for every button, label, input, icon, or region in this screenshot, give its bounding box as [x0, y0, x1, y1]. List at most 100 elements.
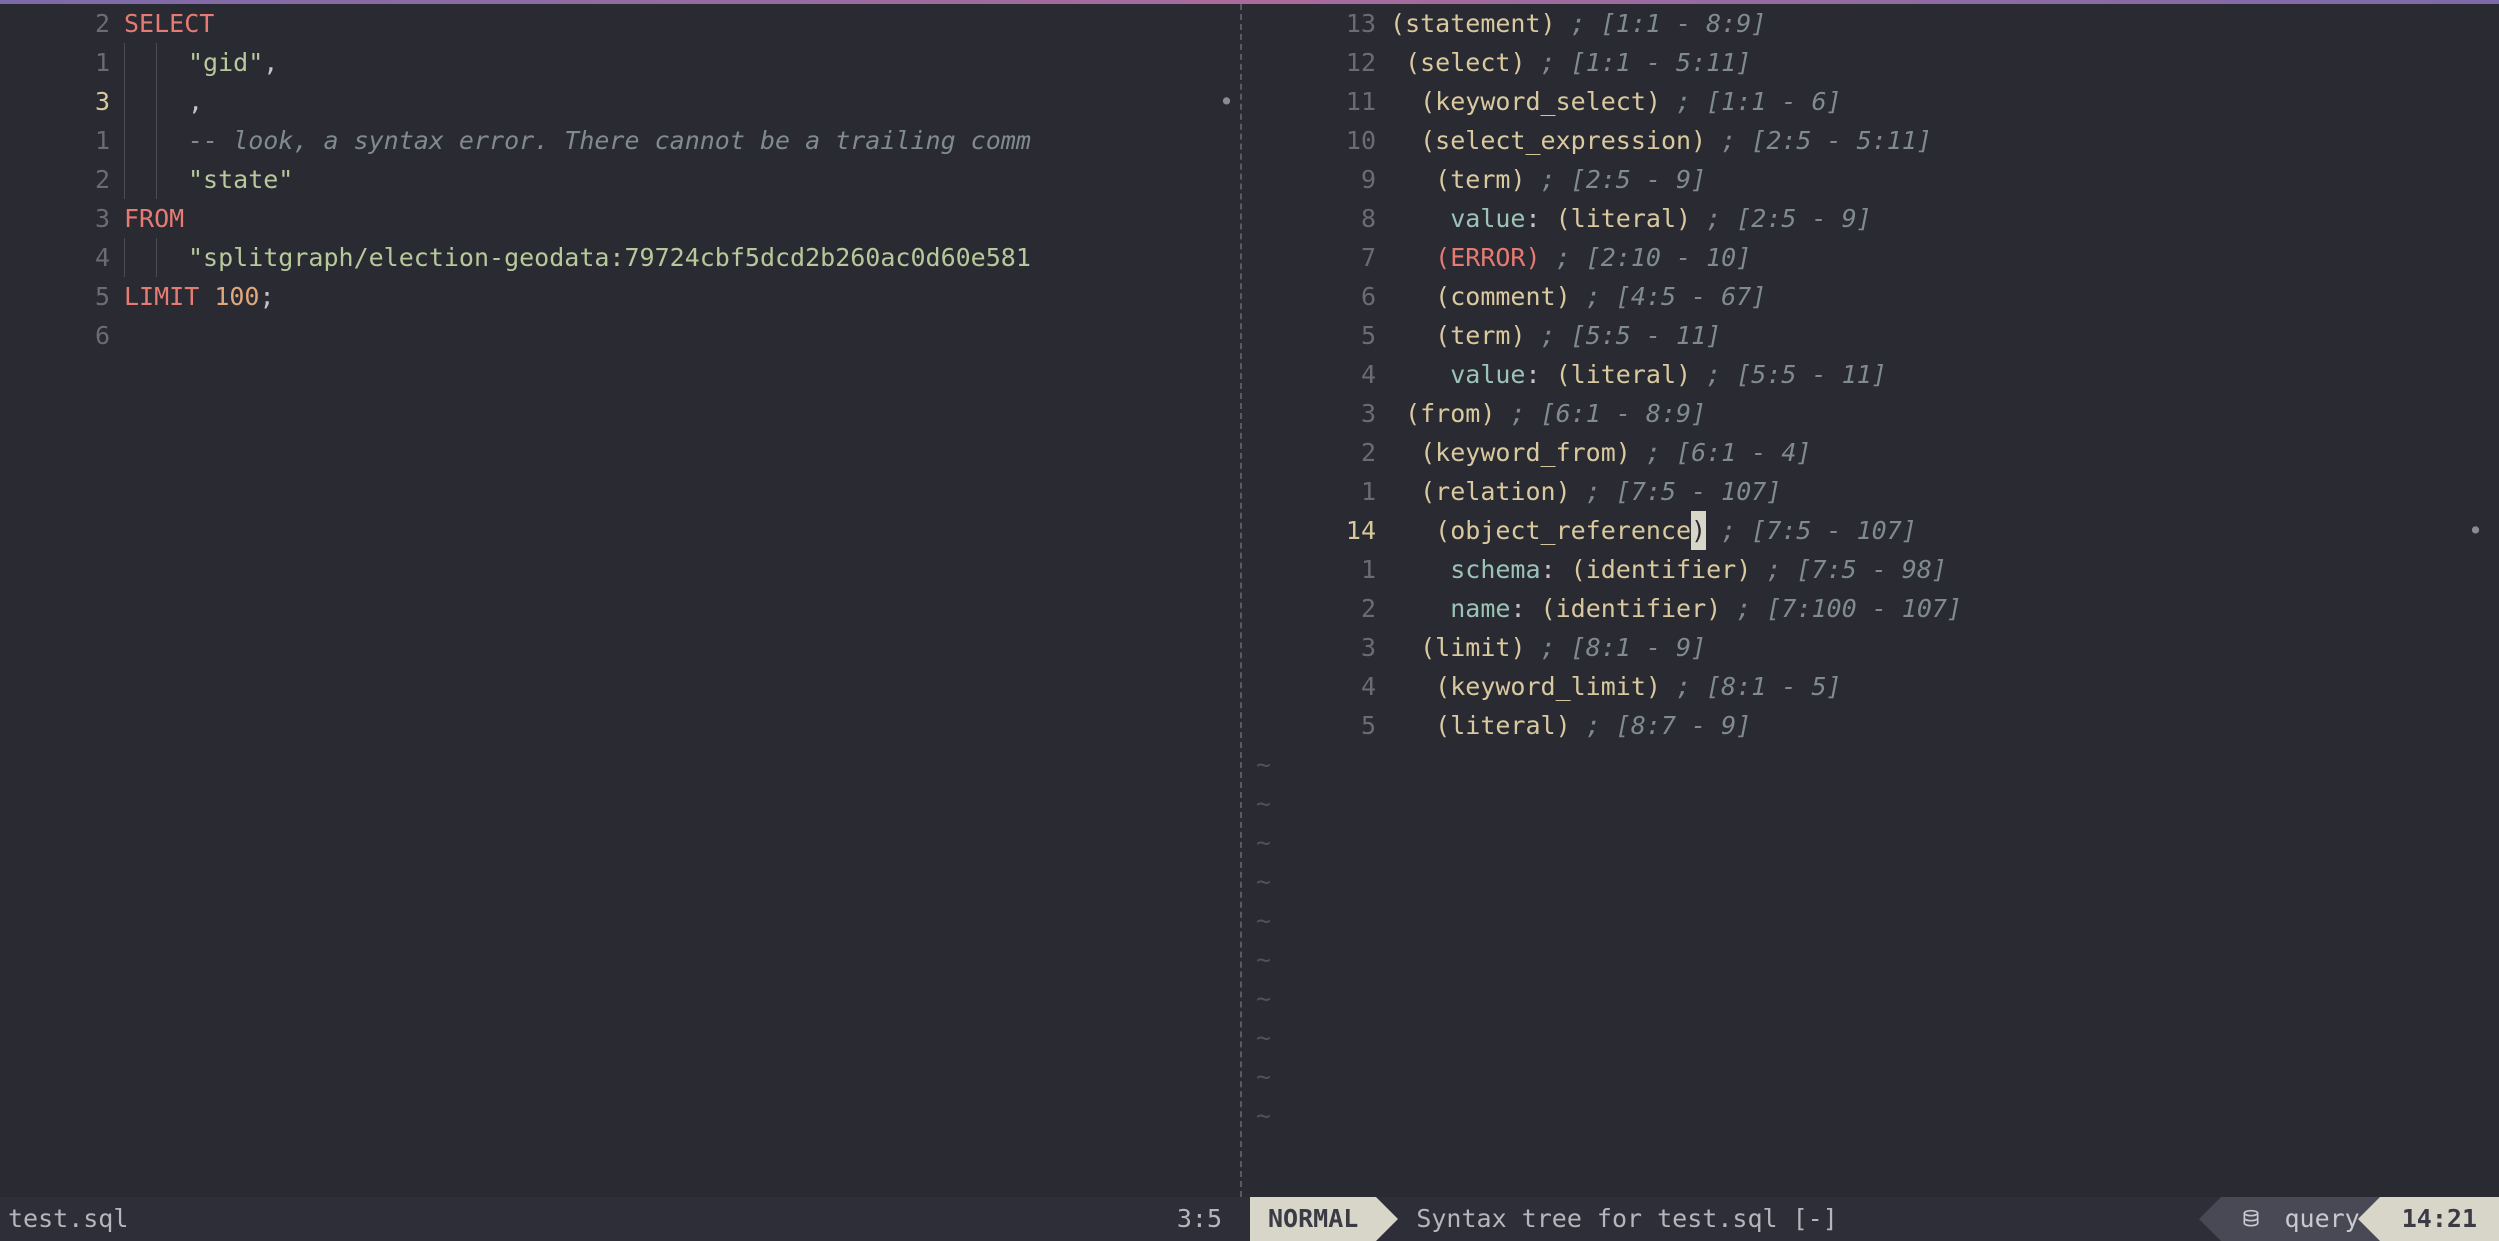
tree-line[interactable]: 3 (limit) ; [8:1 - 9]: [1250, 628, 2499, 667]
tree-line[interactable]: 10 (select_expression) ; [2:5 - 5:11]: [1250, 121, 2499, 160]
tree-range-annotation: ; [6:1 - 4]: [1631, 438, 1812, 467]
code-line[interactable]: 3 ,•: [0, 82, 1250, 121]
block-cursor: ): [1691, 511, 1706, 550]
tree-content[interactable]: (select) ; [1:1 - 5:11]: [1390, 43, 1751, 82]
line-number: 4: [0, 238, 124, 277]
tree-content[interactable]: (term) ; [5:5 - 11]: [1390, 316, 1721, 355]
code-line[interactable]: 6: [0, 316, 1250, 355]
line-number: 3: [0, 82, 124, 121]
tree-range-annotation: ; [7:5 - 107]: [1706, 516, 1917, 545]
tree-line[interactable]: 6 (comment) ; [4:5 - 67]: [1250, 277, 2499, 316]
statusline-right: NORMAL Syntax tree for test.sql [-] quer…: [1250, 1197, 2499, 1241]
code-content[interactable]: SELECT: [124, 4, 214, 43]
line-number: 2: [0, 4, 124, 43]
status-clock: 14:21: [2380, 1197, 2499, 1241]
tree-line[interactable]: 3 (from) ; [6:1 - 8:9]: [1250, 394, 2499, 433]
tree-content[interactable]: value: (literal) ; [5:5 - 11]: [1390, 355, 1887, 394]
tree-content[interactable]: (limit) ; [8:1 - 9]: [1390, 628, 1706, 667]
line-number: 10: [1250, 121, 1390, 160]
token: [199, 282, 214, 311]
code-line[interactable]: 4 "splitgraph/election-geodata:79724cbf5…: [0, 238, 1250, 277]
token: [156, 160, 188, 199]
editor-split: 2SELECT1 "gid",3 ,•1 -- look, a syntax e…: [0, 4, 2499, 1197]
tree-line[interactable]: 8 value: (literal) ; [2:5 - 9]: [1250, 199, 2499, 238]
line-number: 4: [1250, 355, 1390, 394]
tree-node: literal: [1571, 204, 1676, 233]
code-line[interactable]: 1 -- look, a syntax error. There cannot …: [0, 121, 1250, 160]
tree-line[interactable]: 14 (object_reference) ; [7:5 - 107]•: [1250, 511, 2499, 550]
tree-content[interactable]: (from) ; [6:1 - 8:9]: [1390, 394, 1706, 433]
line-number: 9: [1250, 160, 1390, 199]
code-line[interactable]: 5LIMIT 100;: [0, 277, 1250, 316]
tree-range-annotation: ; [8:1 - 5]: [1661, 672, 1842, 701]
tree-range-annotation: ; [5:5 - 11]: [1526, 321, 1722, 350]
tree-range-annotation: ; [2:5 - 9]: [1526, 165, 1707, 194]
code-content[interactable]: LIMIT 100;: [124, 277, 275, 316]
tree-content[interactable]: (keyword_select) ; [1:1 - 6]: [1390, 82, 1842, 121]
tree-node: ERROR: [1450, 243, 1525, 272]
tree-content[interactable]: (term) ; [2:5 - 9]: [1390, 160, 1706, 199]
tree-range-annotation: ; [7:5 - 98]: [1751, 555, 1947, 584]
tree-line[interactable]: 1 (relation) ; [7:5 - 107]: [1250, 472, 2499, 511]
code-line[interactable]: 3FROM: [0, 199, 1250, 238]
empty-line-tilde: ~: [1250, 979, 2499, 1018]
tree-line[interactable]: 13(statement) ; [1:1 - 8:9]: [1250, 4, 2499, 43]
database-icon: [2241, 1204, 2284, 1233]
tree-line[interactable]: 11 (keyword_select) ; [1:1 - 6]: [1250, 82, 2499, 121]
code-content[interactable]: ,: [124, 82, 203, 121]
tree-range-annotation: ; [8:7 - 9]: [1571, 711, 1752, 740]
tree-line[interactable]: 4 (keyword_limit) ; [8:1 - 5]: [1250, 667, 2499, 706]
tree-line[interactable]: 5 (literal) ; [8:7 - 9]: [1250, 706, 2499, 745]
tree-range-annotation: ; [7:100 - 107]: [1721, 594, 1962, 623]
tree-line[interactable]: 1 schema: (identifier) ; [7:5 - 98]: [1250, 550, 2499, 589]
code-content[interactable]: "state": [124, 160, 293, 199]
code-content[interactable]: -- look, a syntax error. There cannot be…: [124, 121, 1031, 160]
line-number: 11: [1250, 82, 1390, 121]
tree-line[interactable]: 2 name: (identifier) ; [7:100 - 107]: [1250, 589, 2499, 628]
line-number: 4: [1250, 667, 1390, 706]
tree-content[interactable]: (ERROR) ; [2:10 - 10]: [1390, 238, 1751, 277]
status-db-label: query: [2284, 1204, 2359, 1233]
tree-line[interactable]: 12 (select) ; [1:1 - 5:11]: [1250, 43, 2499, 82]
statusline-left: test.sql 3:5: [0, 1197, 1250, 1241]
token: "state": [188, 165, 293, 194]
left-pane-sql-buffer[interactable]: 2SELECT1 "gid",3 ,•1 -- look, a syntax e…: [0, 4, 1250, 1197]
tree-content[interactable]: (literal) ; [8:7 - 9]: [1390, 706, 1751, 745]
tree-content[interactable]: (comment) ; [4:5 - 67]: [1390, 277, 1766, 316]
code-content[interactable]: FROM: [124, 199, 184, 238]
token: -- look, a syntax error. There cannot be…: [188, 126, 1031, 155]
tree-range-annotation: ; [1:1 - 6]: [1661, 87, 1842, 116]
code-line[interactable]: 1 "gid",: [0, 43, 1250, 82]
tree-range-annotation: ; [7:5 - 107]: [1571, 477, 1782, 506]
tree-content[interactable]: value: (literal) ; [2:5 - 9]: [1390, 199, 1872, 238]
line-number: 5: [0, 277, 124, 316]
line-number: 1: [1250, 550, 1390, 589]
line-number: 8: [1250, 199, 1390, 238]
tree-content[interactable]: (statement) ; [1:1 - 8:9]: [1390, 4, 1766, 43]
tree-content[interactable]: (select_expression) ; [2:5 - 5:11]: [1390, 121, 1932, 160]
tree-content[interactable]: name: (identifier) ; [7:100 - 107]: [1390, 589, 1962, 628]
token: "gid": [188, 48, 263, 77]
tree-content[interactable]: (relation) ; [7:5 - 107]: [1390, 472, 1781, 511]
code-content[interactable]: "splitgraph/election-geodata:79724cbf5dc…: [124, 238, 1031, 277]
tree-line[interactable]: 2 (keyword_from) ; [6:1 - 4]: [1250, 433, 2499, 472]
line-number: 6: [1250, 277, 1390, 316]
tree-line[interactable]: 4 value: (literal) ; [5:5 - 11]: [1250, 355, 2499, 394]
token: ,: [188, 87, 203, 116]
tree-field: name: [1450, 594, 1510, 623]
right-pane-syntax-tree[interactable]: 13(statement) ; [1:1 - 8:9]12 (select) ;…: [1250, 4, 2499, 1197]
empty-line-tilde: ~: [1250, 940, 2499, 979]
tree-content[interactable]: (keyword_from) ; [6:1 - 4]: [1390, 433, 1811, 472]
code-content[interactable]: "gid",: [124, 43, 278, 82]
code-line[interactable]: 2SELECT: [0, 4, 1250, 43]
empty-line-tilde: ~: [1250, 745, 2499, 784]
token: ;: [259, 282, 274, 311]
tree-content[interactable]: schema: (identifier) ; [7:5 - 98]: [1390, 550, 1947, 589]
tree-content[interactable]: (keyword_limit) ; [8:1 - 5]: [1390, 667, 1842, 706]
eol-marker: •: [2468, 511, 2483, 550]
code-line[interactable]: 2 "state": [0, 160, 1250, 199]
tree-line[interactable]: 7 (ERROR) ; [2:10 - 10]: [1250, 238, 2499, 277]
tree-content[interactable]: (object_reference) ; [7:5 - 107]: [1390, 511, 1917, 550]
tree-line[interactable]: 5 (term) ; [5:5 - 11]: [1250, 316, 2499, 355]
tree-line[interactable]: 9 (term) ; [2:5 - 9]: [1250, 160, 2499, 199]
